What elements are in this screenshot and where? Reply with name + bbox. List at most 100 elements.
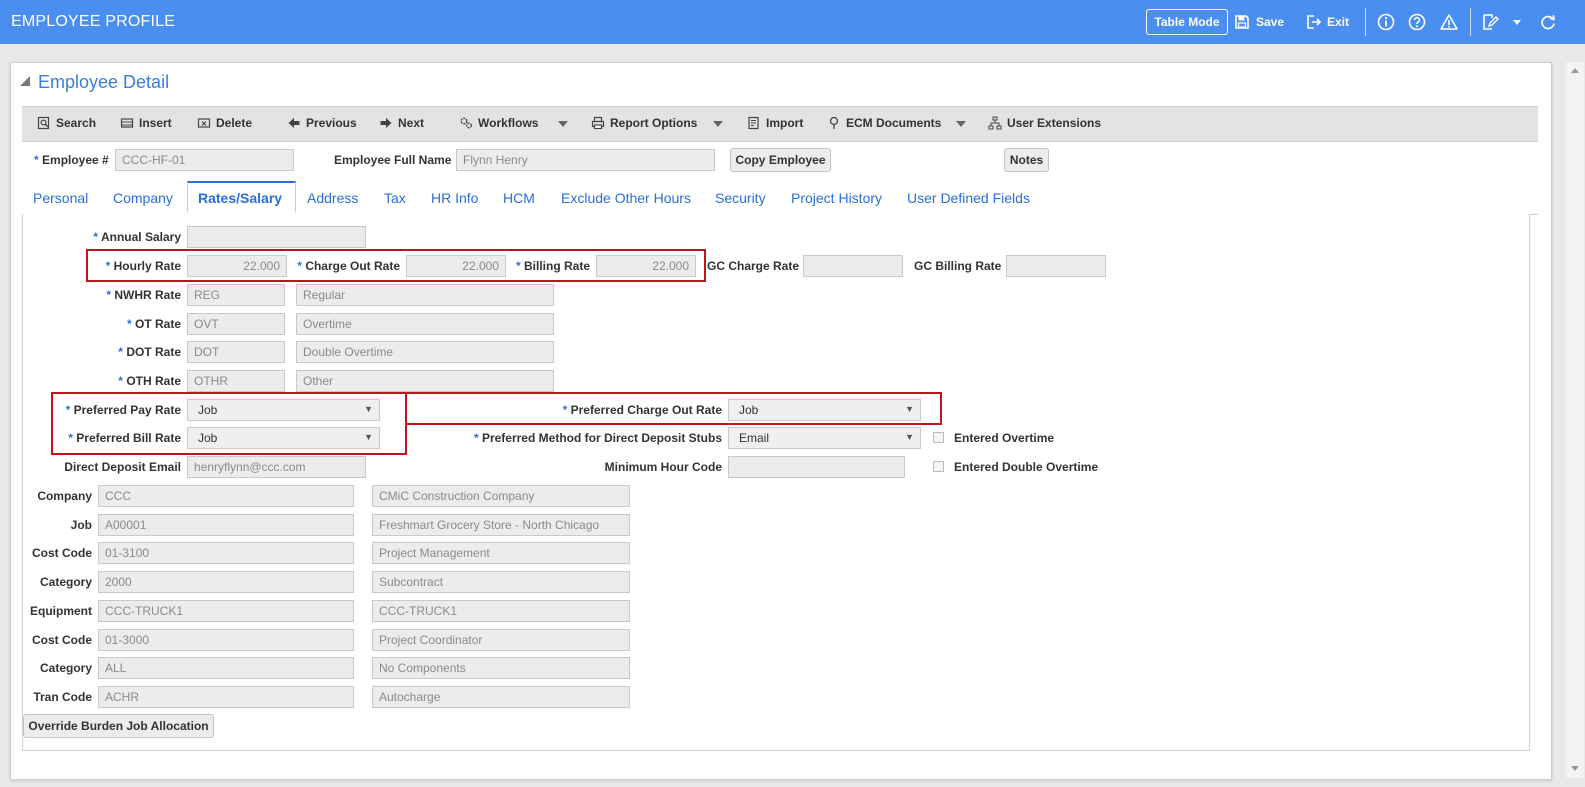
allocation-job-desc-field: Freshmart Grocery Store - North Chicago [372,513,630,536]
oth-code-field[interactable]: OTHR [187,370,285,392]
allocation-job-code-field[interactable]: A00001 [98,513,354,536]
tab-user-defined-fields[interactable]: User Defined Fields [907,190,1030,206]
allocation-cost-code-2-code-field[interactable]: 01-3000 [98,628,354,651]
notes-button[interactable]: Notes [1004,148,1049,172]
insert-button[interactable]: Insert [120,116,172,130]
ecm-documents-label: ECM Documents [846,116,942,130]
exit-button[interactable]: Exit [1305,9,1349,35]
dot-rate-label: * DOT Rate [118,345,181,359]
import-button[interactable]: Import [747,116,803,130]
preferred-deposit-method-select[interactable]: Email ▼ [728,427,921,449]
allocation-category-code-field[interactable]: 2000 [98,571,354,594]
entered-double-overtime-checkbox[interactable] [933,461,944,472]
oth-rate-label: * OTH Rate [118,374,181,388]
report-options-button[interactable]: Report Options [591,116,697,130]
warning-icon[interactable] [1439,12,1459,32]
allocation-equipment-desc-field: CCC-TRUCK1 [372,599,630,622]
arrow-left-icon [288,118,300,128]
page-scrollbar[interactable] [1566,62,1584,778]
gc-charge-rate-label: GC Charge Rate [707,259,800,273]
save-icon [1235,15,1249,29]
import-label: Import [766,116,804,130]
tab-personal[interactable]: Personal [33,190,88,206]
entered-overtime-checkbox[interactable] [933,432,944,443]
chevron-down-icon: ▼ [905,432,914,442]
dot-desc-field: Double Overtime [296,341,554,363]
report-options-label: Report Options [610,116,698,130]
next-button[interactable]: Next [379,116,424,130]
allocation-cost-code-2-desc-field: Project Coordinator [372,628,630,651]
workflows-button[interactable]: Workflows [459,116,538,130]
copy-employee-button[interactable]: Copy Employee [730,148,831,172]
ot-desc-field: Overtime [296,313,554,335]
allocation-tran-code-desc-field: Autocharge [372,685,630,708]
highlight-preferred-charge-box [405,392,942,425]
allocation-company-label: Company [37,489,92,503]
oth-desc-field: Other [296,370,554,392]
edit-note-icon[interactable] [1480,12,1500,32]
dot-code-field[interactable]: DOT [187,341,285,363]
nwhr-rate-label: * NWHR Rate [106,288,181,302]
deposit-email-field[interactable]: henryflynn@ccc.com [187,456,366,478]
employee-number-label: * Employee # [34,153,109,167]
chevron-down-icon[interactable] [1507,12,1527,32]
help-icon[interactable] [1407,12,1427,32]
highlight-preferred-charge-bottom [405,423,942,425]
gc-charge-rate-field[interactable] [803,255,903,277]
gears-icon [460,117,472,129]
annual-salary-field[interactable] [187,226,366,248]
allocation-cost-code-label: Cost Code [32,546,92,561]
gc-billing-rate-field[interactable] [1006,255,1106,277]
tab-rates-salary[interactable]: Rates/Salary [187,181,296,213]
tab-address[interactable]: Address [307,190,358,206]
scroll-down-icon[interactable] [1571,766,1579,771]
ecm-dropdown-icon[interactable] [956,121,966,127]
tab-security[interactable]: Security [715,190,766,206]
search-label: Search [56,116,97,130]
tab-hcm[interactable]: HCM [503,190,535,206]
nwhr-code-field[interactable]: REG [187,284,285,306]
scroll-up-icon[interactable] [1571,68,1579,73]
tab-company[interactable]: Company [113,190,173,206]
report-options-dropdown-icon[interactable] [713,121,723,127]
next-label: Next [398,116,425,130]
allocation-category-2-code-field[interactable]: ALL [98,657,354,680]
table-mode-button[interactable]: Table Mode [1146,9,1228,35]
previous-button[interactable]: Previous [287,116,357,130]
annual-salary-label: * Annual Salary [93,230,181,244]
search-button[interactable]: Search [37,116,96,130]
refresh-icon[interactable] [1538,12,1558,32]
insert-icon [120,118,134,128]
ot-code-field[interactable]: OVT [187,313,285,335]
override-burden-job-allocation-button[interactable]: Override Burden Job Allocation [23,714,214,738]
user-extensions-button[interactable]: User Extensions [988,116,1101,130]
allocation-category-desc-field: Subcontract [372,571,630,594]
highlight-preferred-pay-box [51,392,407,455]
panel-title[interactable]: Employee Detail [20,72,169,93]
workflows-dropdown-icon[interactable] [558,121,568,127]
nwhr-desc-field: Regular [296,284,554,306]
allocation-category-2-desc-field: No Components [372,657,630,680]
ecm-documents-button[interactable]: ECM Documents [827,116,941,130]
insert-label: Insert [139,116,172,130]
tab-hr-info[interactable]: HR Info [431,190,478,206]
delete-button[interactable]: Delete [197,116,252,130]
employee-number-field[interactable]: CCC-HF-01 [115,149,294,171]
save-button[interactable]: Save [1234,9,1284,35]
page-title: EMPLOYEE PROFILE [11,13,176,30]
minimum-hour-code-label: Minimum Hour Code [604,460,722,474]
allocation-tran-code-code-field[interactable]: ACHR [98,685,354,708]
tab-exclude-other-hours[interactable]: Exclude Other Hours [561,190,691,206]
employee-full-name-field[interactable]: Flynn Henry [456,149,715,171]
panel-title-text: Employee Detail [38,72,170,92]
info-icon[interactable] [1376,12,1396,32]
collapse-icon[interactable] [20,76,30,87]
record-toolbar: Search Insert Delete Previous Next Workf… [22,106,1538,142]
delete-label: Delete [216,116,253,130]
allocation-equipment-code-field[interactable]: CCC-TRUCK1 [98,599,354,622]
tab-project-history[interactable]: Project History [791,190,882,206]
minimum-hour-code-field[interactable] [728,456,905,478]
allocation-company-code-field[interactable]: CCC [98,485,354,507]
allocation-cost-code-code-field[interactable]: 01-3100 [98,542,354,565]
tab-tax[interactable]: Tax [384,190,406,206]
